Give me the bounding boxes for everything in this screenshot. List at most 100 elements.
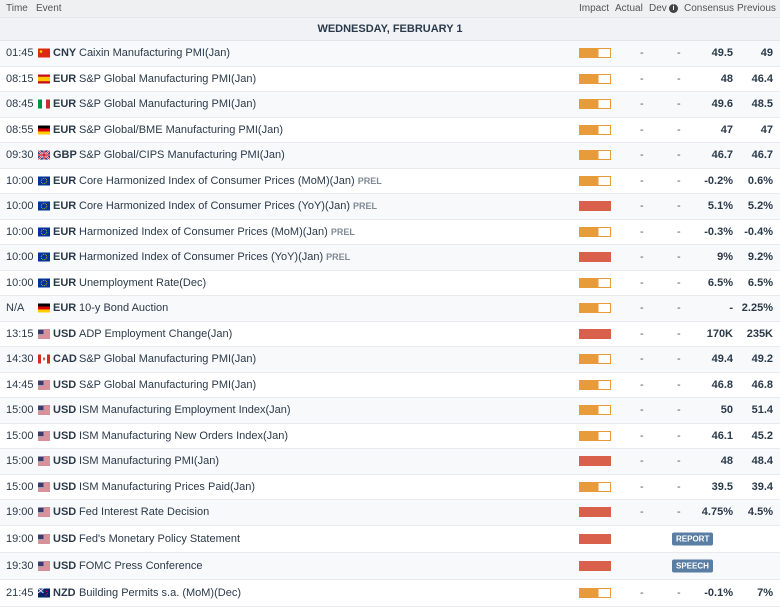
deviation-value: - xyxy=(677,47,681,60)
event-title[interactable]: Harmonized Index of Consumer Prices (YoY… xyxy=(79,251,323,263)
deviation-value: - xyxy=(677,72,681,85)
actual-column-header[interactable]: Actual xyxy=(615,3,643,14)
consensus-value: 39.5 xyxy=(711,480,733,493)
event-name[interactable]: ISM Manufacturing Prices Paid(Jan) xyxy=(79,481,255,493)
event-title[interactable]: ISM Manufacturing New Orders Index(Jan) xyxy=(79,430,288,442)
prel-tag: PREL xyxy=(326,252,351,263)
event-name[interactable]: ISM Manufacturing PMI(Jan) xyxy=(79,455,219,467)
event-row[interactable]: 08:45 EUR S&P Global Manufacturing PMI(Jan… xyxy=(0,92,780,118)
previous-value: 39.4 xyxy=(751,480,773,493)
event-name[interactable]: Caixin Manufacturing PMI(Jan) xyxy=(79,47,230,59)
event-name[interactable]: Fed Interest Rate Decision xyxy=(79,506,209,518)
previous-column-header[interactable]: Previous xyxy=(737,3,776,14)
impact-bar xyxy=(579,226,611,237)
event-name[interactable]: S&P Global Manufacturing PMI(Jan) xyxy=(79,98,256,110)
event-title[interactable]: FOMC Press Conference xyxy=(79,560,202,572)
event-row[interactable]: 10:00 EUR Core Harmonized Index of Consume… xyxy=(0,168,780,194)
event-title[interactable]: S&P Global Manufacturing PMI(Jan) xyxy=(79,73,256,85)
event-row[interactable]: 09:30 GBP S&P Global/CIPS Manufacturing PM… xyxy=(0,143,780,169)
event-name[interactable]: S&P Global Manufacturing PMI(Jan) xyxy=(79,379,256,391)
info-icon[interactable]: i xyxy=(669,4,678,13)
event-title[interactable]: S&P Global Manufacturing PMI(Jan) xyxy=(79,353,256,365)
us-flag-icon xyxy=(38,534,50,543)
deviation-value: - xyxy=(677,327,681,340)
actual-value: - xyxy=(640,586,644,599)
event-title[interactable]: S&P Global Manufacturing PMI(Jan) xyxy=(79,379,256,391)
event-column-header[interactable]: Event xyxy=(36,3,62,14)
event-name[interactable]: S&P Global Manufacturing PMI(Jan) xyxy=(79,353,256,365)
event-title[interactable]: S&P Global/BME Manufacturing PMI(Jan) xyxy=(79,124,283,136)
event-title[interactable]: Core Harmonized Index of Consumer Prices… xyxy=(79,200,350,212)
event-row[interactable]: 15:00 USD ISM Manufacturing New Orders Ind… xyxy=(0,423,780,449)
currency-code: USD xyxy=(53,532,77,545)
previous-value: 49.2 xyxy=(751,353,773,366)
us-flag-icon xyxy=(38,507,50,517)
event-title[interactable]: ISM Manufacturing Prices Paid(Jan) xyxy=(79,481,255,493)
dev-column-header[interactable]: Dev xyxy=(649,3,667,14)
event-row[interactable]: 21:45 NZD Building Permits s.a. (MoM)(Dec)… xyxy=(0,579,780,607)
event-name[interactable]: Core Harmonized Index of Consumer Prices… xyxy=(79,200,377,212)
event-row[interactable]: 13:15 USD ADP Employment Change(Jan) - - 170K… xyxy=(0,321,780,347)
event-row[interactable]: 19:00 USD Fed's Monetary Policy Statement R… xyxy=(0,525,780,553)
event-row[interactable]: 19:00 USD Fed Interest Rate Decision - - 4.75… xyxy=(0,500,780,526)
event-title[interactable]: ISM Manufacturing PMI(Jan) xyxy=(79,455,219,467)
event-name[interactable]: Unemployment Rate(Dec) xyxy=(79,277,206,289)
us-flag-icon xyxy=(38,482,50,492)
event-name[interactable]: Harmonized Index of Consumer Prices (YoY… xyxy=(79,251,350,263)
event-name[interactable]: Building Permits s.a. (MoM)(Dec) xyxy=(79,587,241,599)
deviation-value: - xyxy=(677,586,681,599)
event-title[interactable]: Core Harmonized Index of Consumer Prices… xyxy=(79,175,355,187)
event-title[interactable]: Harmonized Index of Consumer Prices (MoM… xyxy=(79,226,328,238)
event-title[interactable]: ISM Manufacturing Employment Index(Jan) xyxy=(79,404,291,416)
currency-code: USD xyxy=(53,455,77,468)
currency-code: USD xyxy=(53,506,77,519)
impact-column-header[interactable]: Impact xyxy=(579,3,609,14)
consensus-column-header[interactable]: Consensus xyxy=(684,3,734,14)
event-name[interactable]: S&P Global Manufacturing PMI(Jan) xyxy=(79,73,256,85)
event-row[interactable]: 01:45 CNY Caixin Manufacturing PMI(Jan) - - 4… xyxy=(0,41,780,67)
event-row[interactable]: 08:15 EUR S&P Global Manufacturing PMI(Jan… xyxy=(0,66,780,92)
event-row[interactable]: 14:30 CAD S&P Global Manufacturing PMI(Jan… xyxy=(0,347,780,373)
currency-code: USD xyxy=(53,327,77,340)
event-time: 13:15 xyxy=(6,327,34,340)
event-row[interactable]: 10:00 EUR Harmonized Index of Consumer Pri… xyxy=(0,219,780,245)
event-row[interactable]: 10:00 EUR Unemployment Rate(Dec) - - 6.5% 6.5% xyxy=(0,270,780,296)
event-title[interactable]: Fed's Monetary Policy Statement xyxy=(79,533,240,545)
event-title[interactable]: ADP Employment Change(Jan) xyxy=(79,328,232,340)
event-title[interactable]: Building Permits s.a. (MoM)(Dec) xyxy=(79,587,241,599)
impact-bar xyxy=(579,430,611,441)
event-name[interactable]: ISM Manufacturing New Orders Index(Jan) xyxy=(79,430,288,442)
event-name[interactable]: S&P Global/CIPS Manufacturing PMI(Jan) xyxy=(79,149,285,161)
impact-bar xyxy=(579,201,611,212)
event-name[interactable]: Core Harmonized Index of Consumer Prices… xyxy=(79,175,382,187)
impact-bar xyxy=(579,405,611,416)
event-name[interactable]: Harmonized Index of Consumer Prices (MoM… xyxy=(79,226,355,238)
event-name[interactable]: S&P Global/BME Manufacturing PMI(Jan) xyxy=(79,124,283,136)
event-row[interactable]: 14:45 USD S&P Global Manufacturing PMI(Jan… xyxy=(0,372,780,398)
event-title[interactable]: 10-y Bond Auction xyxy=(79,302,168,314)
event-title[interactable]: Caixin Manufacturing PMI(Jan) xyxy=(79,47,230,59)
event-row[interactable]: N/A EUR 10-y Bond Auction - - -2.25% xyxy=(0,296,780,322)
event-title[interactable]: S&P Global/CIPS Manufacturing PMI(Jan) xyxy=(79,149,285,161)
event-row[interactable]: 10:00 EUR Harmonized Index of Consumer Pri… xyxy=(0,245,780,271)
speech-badge[interactable]: SPEECH xyxy=(672,559,713,572)
actual-value: - xyxy=(640,72,644,85)
event-row[interactable]: 15:00 USD ISM Manufacturing Employment Ind… xyxy=(0,398,780,424)
event-name[interactable]: ISM Manufacturing Employment Index(Jan) xyxy=(79,404,291,416)
event-title[interactable]: Unemployment Rate(Dec) xyxy=(79,277,206,289)
time-column-header[interactable]: Time xyxy=(6,3,28,14)
event-title[interactable]: S&P Global Manufacturing PMI(Jan) xyxy=(79,98,256,110)
event-name[interactable]: Fed's Monetary Policy Statement xyxy=(79,533,240,545)
event-name[interactable]: FOMC Press Conference xyxy=(79,560,202,572)
event-row[interactable]: 10:00 EUR Core Harmonized Index of Consume… xyxy=(0,194,780,220)
actual-value: - xyxy=(640,123,644,136)
currency-code: EUR xyxy=(53,276,77,289)
event-row[interactable]: 08:55 EUR S&P Global/BME Manufacturing PMI… xyxy=(0,117,780,143)
event-row[interactable]: 19:30 USD FOMC Press Conference SPEECH xyxy=(0,552,780,580)
event-row[interactable]: 15:00 USD ISM Manufacturing Prices Paid(Ja… xyxy=(0,474,780,500)
event-title[interactable]: Fed Interest Rate Decision xyxy=(79,506,209,518)
event-name[interactable]: 10-y Bond Auction xyxy=(79,302,168,314)
event-name[interactable]: ADP Employment Change(Jan) xyxy=(79,328,232,340)
report-badge[interactable]: REPORT xyxy=(672,532,714,545)
event-row[interactable]: 15:00 USD ISM Manufacturing PMI(Jan) - - 48 48… xyxy=(0,449,780,475)
